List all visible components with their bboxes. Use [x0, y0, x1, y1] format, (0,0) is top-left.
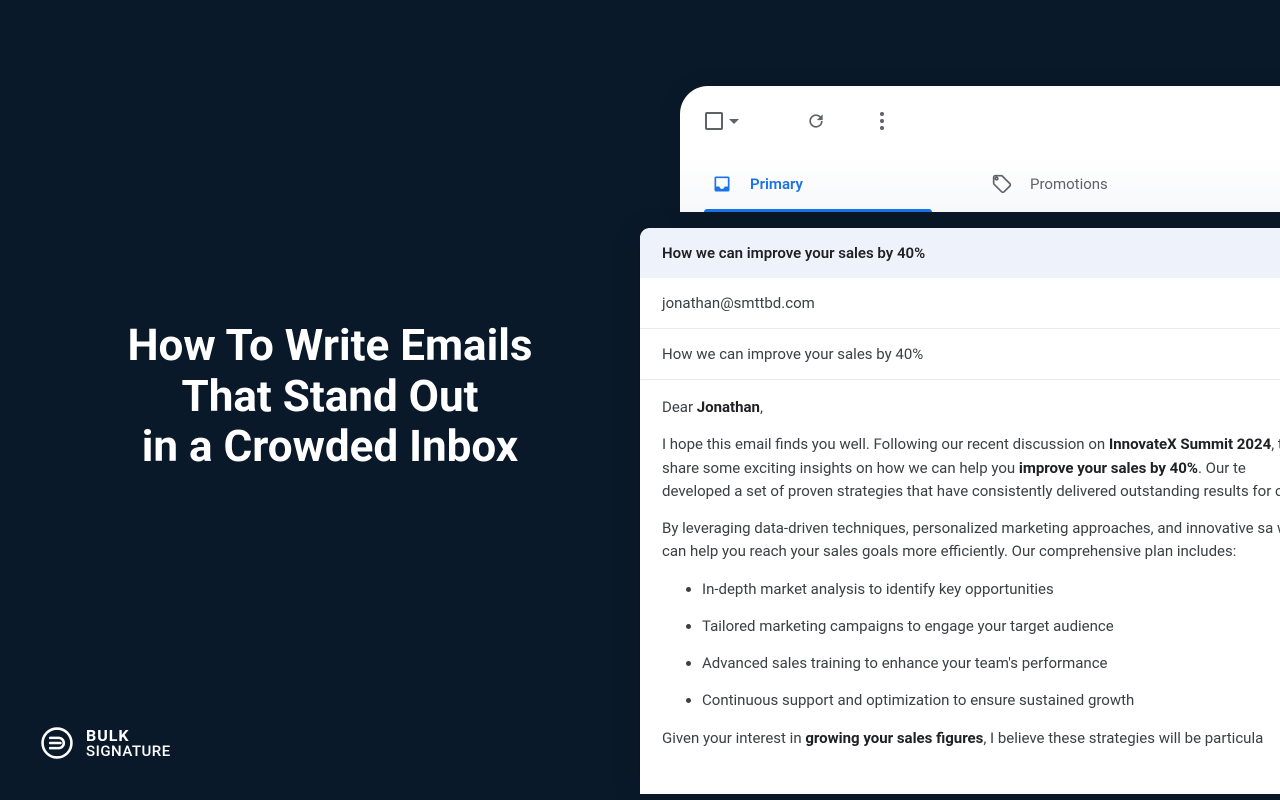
headline-line-3: in a Crowded Inbox — [40, 421, 620, 472]
headline-line-2: That Stand Out — [40, 371, 620, 422]
recipient-field[interactable]: jonathan@smttbd.com — [640, 278, 1280, 329]
body-paragraph-1: I hope this email finds you well. Follow… — [662, 433, 1280, 503]
subject-field[interactable]: How we can improve your sales by 40% — [640, 329, 1280, 380]
tab-promotions[interactable]: Promotions — [972, 156, 1252, 212]
more-vertical-icon — [880, 112, 884, 130]
p3-bold: growing your sales figures — [805, 729, 983, 747]
body-paragraph-2: By leveraging data-driven techniques, pe… — [662, 517, 1280, 564]
subject-value: How we can improve your sales by 40% — [662, 345, 923, 363]
inbox-tabs: Primary Promotions — [680, 156, 1280, 212]
bulksignature-mark-icon — [40, 726, 74, 760]
inbox-icon — [712, 174, 732, 194]
tab-primary[interactable]: Primary — [692, 156, 972, 212]
p1-seg-a: I hope this email finds you well. Follow… — [662, 435, 1109, 453]
select-all-checkbox[interactable] — [702, 101, 742, 141]
body-paragraph-3: Given your interest in growing your sale… — [662, 727, 1280, 750]
list-item: In-depth market analysis to identify key… — [702, 578, 1280, 601]
list-item: Tailored marketing campaigns to engage y… — [702, 615, 1280, 638]
p1-bold-2: improve your sales by 40% — [1019, 459, 1198, 477]
inbox-window: Primary Promotions — [680, 86, 1280, 212]
tag-icon — [992, 174, 1012, 194]
refresh-icon — [806, 111, 826, 131]
greeting-line: Dear Jonathan, — [662, 396, 1280, 419]
tab-promotions-label: Promotions — [1030, 175, 1108, 193]
email-body[interactable]: Dear Jonathan, I hope this email finds y… — [640, 380, 1280, 794]
chevron-down-icon — [729, 119, 739, 124]
checkbox-icon — [705, 112, 723, 130]
inbox-toolbar — [680, 86, 1280, 156]
page-headline: How To Write Emails That Stand Out in a … — [40, 320, 620, 472]
refresh-button[interactable] — [796, 101, 836, 141]
greeting-name: Jonathan — [697, 398, 760, 416]
compose-window: How we can improve your sales by 40% jon… — [640, 228, 1280, 794]
greeting-prefix: Dear — [662, 398, 697, 416]
tab-primary-label: Primary — [750, 175, 803, 193]
list-item: Advanced sales training to enhance your … — [702, 652, 1280, 675]
more-actions-button[interactable] — [862, 101, 902, 141]
p1-bold-1: InnovateX Summit 2024 — [1109, 435, 1271, 453]
brand-name-bottom: SIGNATURE — [86, 744, 171, 759]
brand-logo: BULK SIGNATURE — [40, 726, 171, 760]
brand-logo-text: BULK SIGNATURE — [86, 728, 171, 759]
headline-line-1: How To Write Emails — [40, 320, 620, 371]
recipient-value: jonathan@smttbd.com — [662, 294, 815, 312]
bullet-list: In-depth market analysis to identify key… — [702, 578, 1280, 713]
compose-title: How we can improve your sales by 40% — [662, 244, 925, 262]
p3-seg-a: Given your interest in — [662, 729, 805, 747]
list-item: Continuous support and optimization to e… — [702, 689, 1280, 712]
compose-title-bar[interactable]: How we can improve your sales by 40% — [640, 228, 1280, 278]
p3-seg-b: , I believe these strategies will be par… — [983, 729, 1263, 747]
